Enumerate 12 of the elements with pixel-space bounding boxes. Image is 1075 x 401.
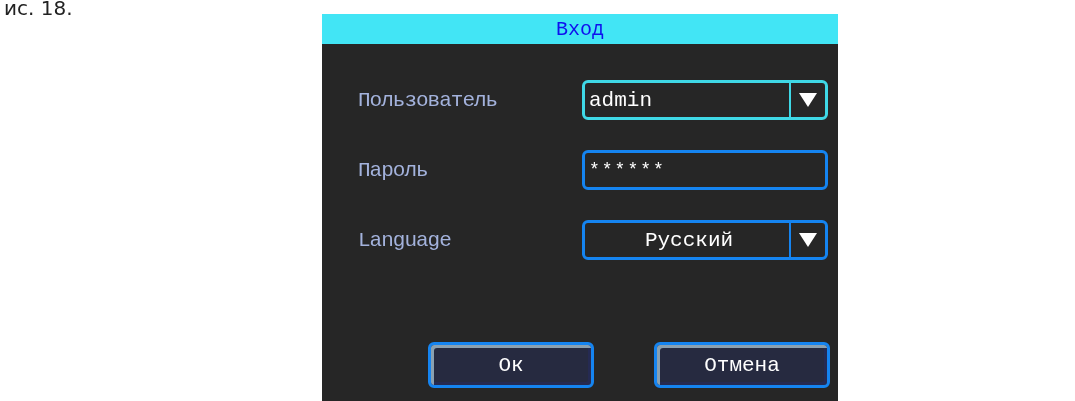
dropdown-arrow-icon (799, 93, 817, 107)
field-label: Пароль (358, 158, 429, 182)
dropdown-field[interactable]: admin (582, 80, 828, 120)
dropdown-arrow-icon (799, 233, 817, 247)
field-label: Пользователь (358, 88, 499, 112)
dialog-button[interactable]: Отмена (654, 342, 830, 388)
figure-caption: ис. 18. (4, 0, 73, 20)
password-field[interactable]: ****** (582, 150, 828, 190)
dropdown-field[interactable]: Русский (582, 220, 828, 260)
dialog-button[interactable]: Ок (428, 342, 594, 388)
field-label: Language (358, 228, 452, 252)
dialog-title: Вход (556, 17, 604, 41)
